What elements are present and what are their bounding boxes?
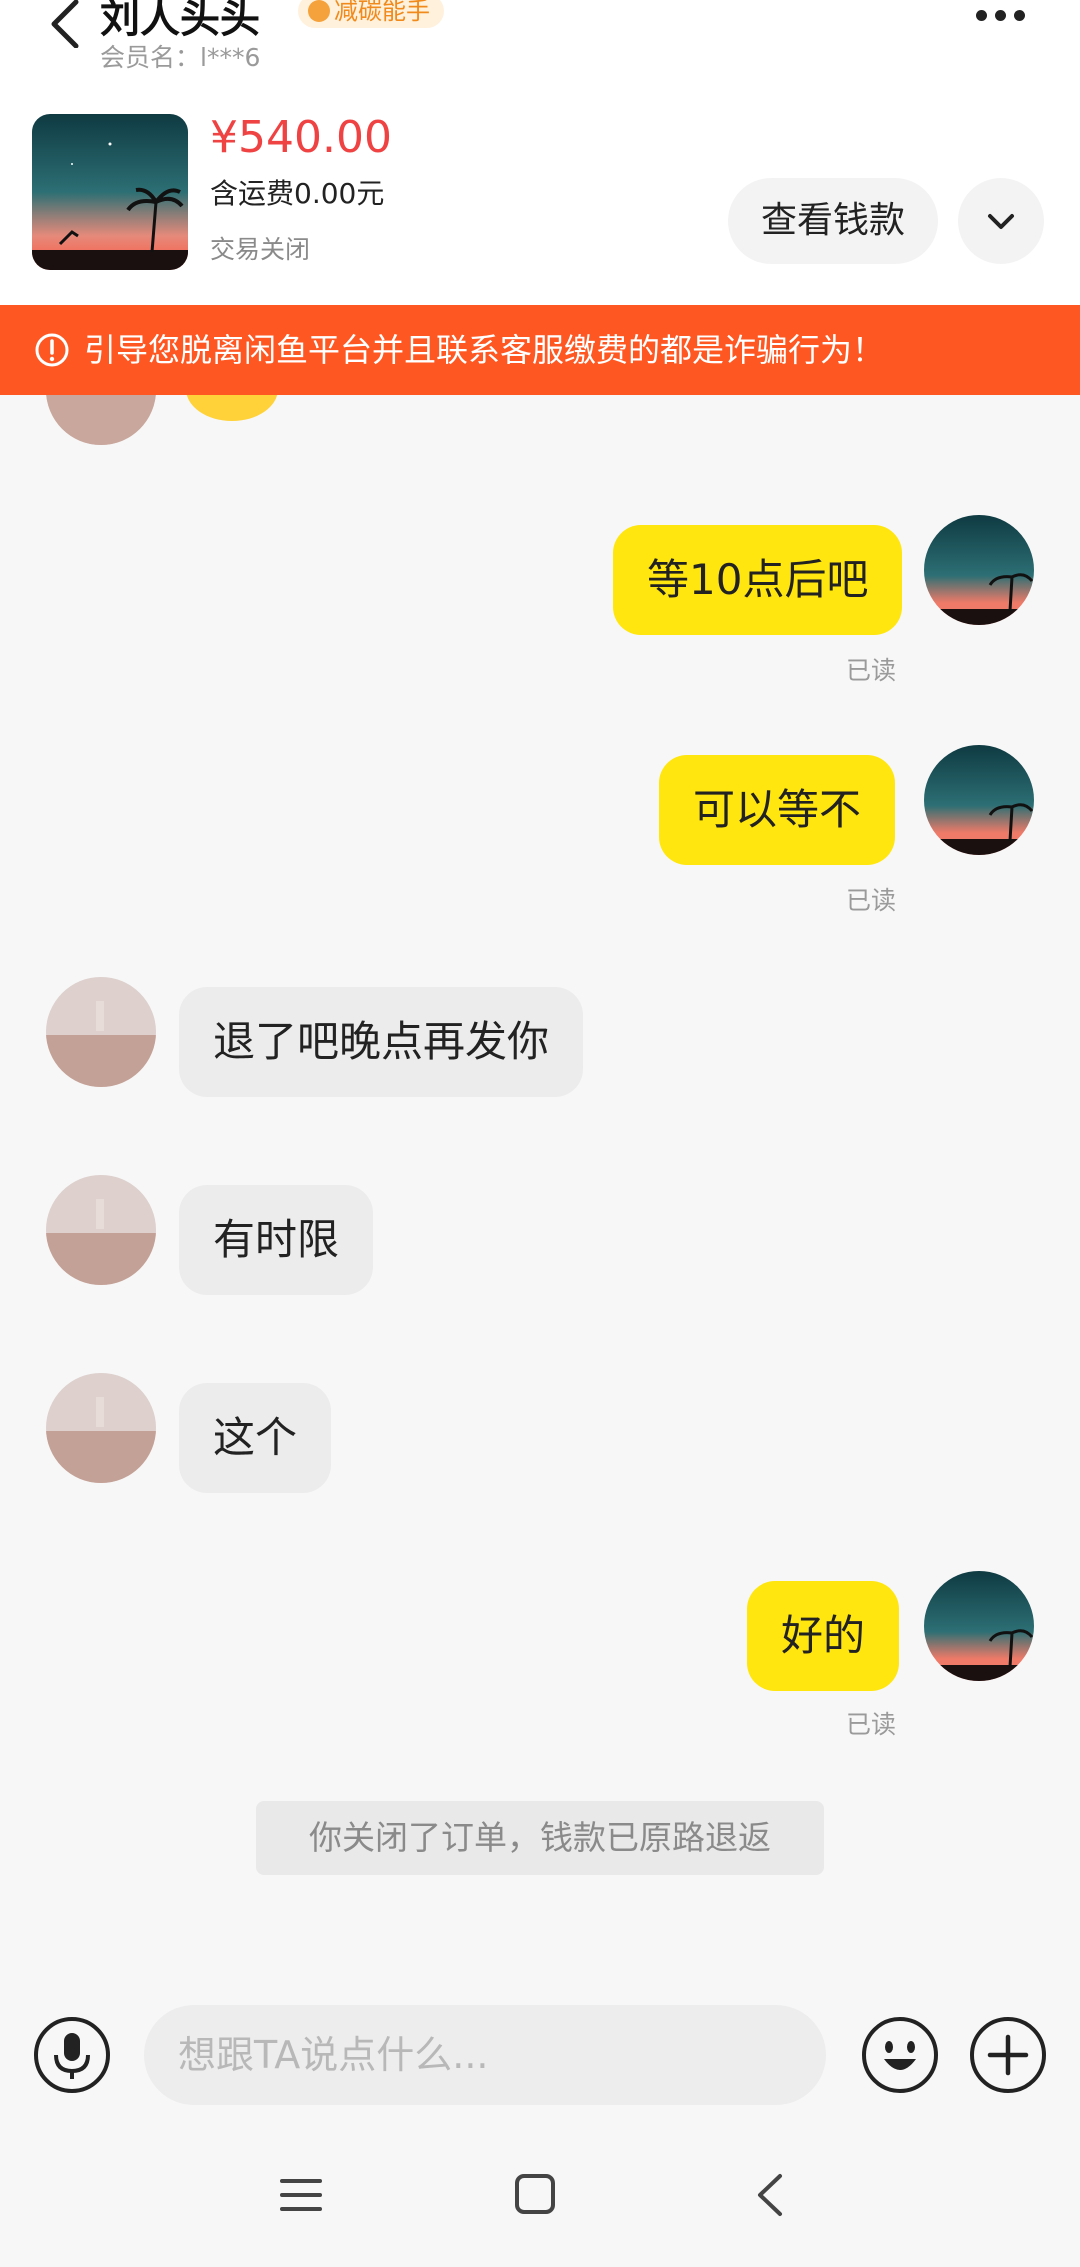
emoji-sticker xyxy=(186,395,278,421)
plus-icon xyxy=(970,2017,1046,2093)
system-navigation-bar xyxy=(0,2125,1080,2267)
warning-text: 引导您脱离闲鱼平台并且联系客服缴费的都是诈骗行为！ xyxy=(84,331,885,369)
read-receipt: 已读 xyxy=(846,656,897,685)
beach-avatar-image xyxy=(46,977,156,1087)
read-receipt: 已读 xyxy=(846,1710,897,1739)
more-actions-button[interactable] xyxy=(968,2015,1048,2095)
warning-icon xyxy=(35,333,69,367)
fraud-warning-banner: 引导您脱离闲鱼平台并且联系客服缴费的都是诈骗行为！ xyxy=(0,305,1080,395)
my-avatar[interactable] xyxy=(924,745,1034,855)
emoji-button[interactable] xyxy=(860,2015,940,2095)
partner-avatar xyxy=(46,395,156,445)
system-notice: 你关闭了订单，钱款已原路退返 xyxy=(256,1801,824,1875)
order-price: ¥540.00 xyxy=(210,112,392,163)
chevron-left-icon xyxy=(51,0,79,49)
nav-back-icon[interactable] xyxy=(754,2173,784,2217)
message-bubble-received[interactable]: 有时限 xyxy=(179,1185,374,1295)
beach-avatar-image xyxy=(46,1175,156,1285)
chat-header: 刘人头头 减碳能手 会员名：l***6 ¥540.00 含运费0.00元 交易关… xyxy=(0,0,1080,305)
shipping-fee: 含运费0.00元 xyxy=(210,177,385,210)
sunset-avatar-image xyxy=(924,515,1034,625)
member-id: 会员名：l***6 xyxy=(100,43,261,72)
expand-button[interactable] xyxy=(958,178,1044,264)
back-button[interactable] xyxy=(46,0,86,49)
message-bubble-sent[interactable]: 可以等不 xyxy=(659,755,896,865)
voice-button[interactable] xyxy=(32,2015,112,2095)
menu-icon[interactable] xyxy=(280,2175,322,2215)
message-bubble-sent[interactable]: 好的 xyxy=(747,1581,900,1691)
beach-photo xyxy=(46,395,156,445)
leaf-icon xyxy=(308,0,330,22)
my-avatar[interactable] xyxy=(924,1571,1034,1681)
message-input[interactable] xyxy=(144,2005,826,2105)
more-button[interactable] xyxy=(976,6,1040,36)
my-avatar[interactable] xyxy=(924,515,1034,625)
message-bubble-received[interactable]: 这个 xyxy=(179,1383,332,1493)
partner-avatar[interactable] xyxy=(46,977,156,1087)
message-bubble-received[interactable]: 退了吧晚点再发你 xyxy=(179,987,584,1097)
partner-avatar[interactable] xyxy=(46,1175,156,1285)
chevron-down-icon xyxy=(988,214,1014,229)
sunset-avatar-image xyxy=(924,1571,1034,1681)
message-list[interactable]: 等10点后吧 已读 可以等不 已读 退了吧晚点再发你 有时限 这个 好的 已读 … xyxy=(0,395,1080,1985)
input-bar xyxy=(0,1985,1080,2125)
seller-badge: 减碳能手 xyxy=(298,0,444,28)
product-thumbnail[interactable] xyxy=(32,114,188,270)
beach-avatar-image xyxy=(46,1373,156,1483)
chat-screen: 刘人头头 减碳能手 会员名：l***6 ¥540.00 含运费0.00元 交易关… xyxy=(0,0,1080,2267)
badge-label: 减碳能手 xyxy=(334,0,430,25)
home-square-icon[interactable] xyxy=(514,2173,556,2215)
message-bubble-sent[interactable]: 等10点后吧 xyxy=(613,525,903,635)
view-payment-button[interactable]: 查看钱款 xyxy=(728,178,938,264)
partner-avatar[interactable] xyxy=(46,1373,156,1483)
order-status: 交易关闭 xyxy=(210,235,311,264)
sunset-image xyxy=(32,114,188,270)
more-dots-icon xyxy=(976,10,987,21)
read-receipt: 已读 xyxy=(846,886,897,915)
smiley-icon xyxy=(862,2017,938,2093)
microphone-icon xyxy=(34,2017,110,2093)
sunset-avatar-image xyxy=(924,745,1034,855)
